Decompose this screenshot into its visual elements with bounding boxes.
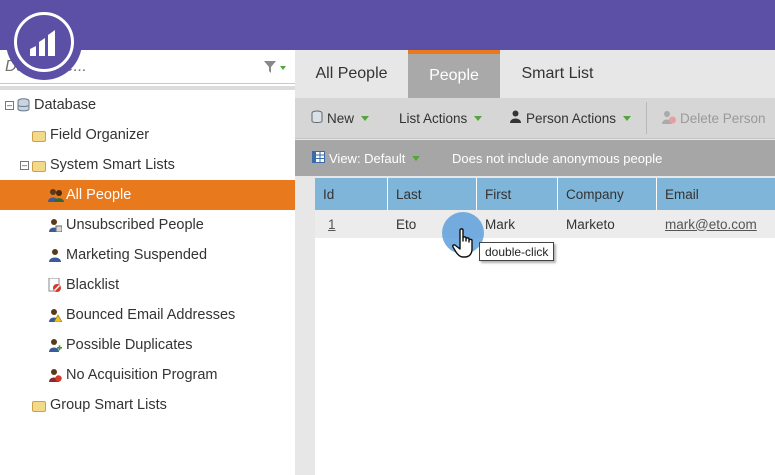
cell-email[interactable]: mark@eto.com bbox=[657, 210, 775, 238]
grid-header: Id Last First Company Email bbox=[315, 178, 775, 210]
person-icon bbox=[510, 110, 521, 126]
list-actions-button[interactable]: List Actions bbox=[399, 98, 483, 138]
grid-view-icon bbox=[312, 151, 325, 166]
person-add-icon bbox=[48, 338, 62, 352]
tree-node-no-acquisition-program[interactable]: No Acquisition Program bbox=[0, 360, 295, 390]
delete-person-label: Delete Person bbox=[680, 110, 766, 126]
tree-node-group-smart-lists[interactable]: Group Smart Lists bbox=[0, 390, 295, 420]
new-button[interactable]: New bbox=[311, 98, 370, 138]
cell-company: Marketo bbox=[566, 216, 615, 232]
person-suspended-icon bbox=[48, 248, 62, 262]
tab-all-people[interactable]: All People bbox=[295, 50, 408, 98]
tree-label: Possible Duplicates bbox=[66, 337, 193, 353]
database-icon bbox=[311, 110, 323, 127]
tree-node-all-people[interactable]: All People bbox=[0, 180, 295, 210]
hand-cursor-icon bbox=[452, 228, 478, 265]
chevron-down-icon bbox=[474, 115, 483, 121]
collapse-icon[interactable]: – bbox=[5, 100, 14, 110]
person-actions-button[interactable]: Person Actions bbox=[510, 98, 632, 138]
marketo-logo[interactable] bbox=[6, 4, 82, 80]
tree-label: System Smart Lists bbox=[50, 157, 175, 173]
folder-icon bbox=[32, 130, 46, 142]
column-header-company[interactable]: Company bbox=[558, 178, 657, 210]
tree-node-blacklist[interactable]: Blacklist bbox=[0, 270, 295, 300]
blacklist-icon bbox=[48, 277, 62, 292]
top-bar bbox=[0, 0, 775, 50]
chevron-down-icon bbox=[361, 115, 370, 121]
tree-node-database[interactable]: – Database bbox=[0, 90, 295, 120]
collapse-icon[interactable]: – bbox=[20, 160, 29, 170]
column-header-email[interactable]: Email bbox=[657, 178, 775, 210]
folder-icon bbox=[32, 160, 46, 172]
tree-node-unsubscribed-people[interactable]: Unsubscribed People bbox=[0, 210, 295, 240]
person-actions-label: Person Actions bbox=[526, 110, 617, 126]
cell-id[interactable]: 1 bbox=[320, 210, 388, 238]
list-actions-label: List Actions bbox=[399, 110, 468, 126]
view-label: View: Default bbox=[329, 151, 406, 166]
tab-people[interactable]: People bbox=[408, 50, 500, 98]
person-unsubscribed-icon bbox=[48, 218, 63, 233]
folder-icon bbox=[32, 400, 46, 412]
database-icon bbox=[17, 98, 30, 112]
tree-label: Unsubscribed People bbox=[66, 217, 204, 233]
anonymous-note: Does not include anonymous people bbox=[452, 151, 663, 166]
view-selector[interactable]: View: Default bbox=[312, 151, 421, 166]
chevron-down-icon bbox=[412, 156, 421, 161]
logo-icon bbox=[14, 12, 74, 72]
chevron-down-icon bbox=[623, 115, 632, 121]
tree-label: Database bbox=[34, 97, 97, 113]
double-click-tooltip: double-click bbox=[479, 242, 555, 261]
delete-person-button[interactable]: Delete Person bbox=[661, 98, 766, 138]
tree-label: No Acquisition Program bbox=[66, 367, 218, 383]
tree-label: Blacklist bbox=[66, 277, 120, 293]
person-no-program-icon bbox=[48, 368, 62, 382]
people-icon bbox=[48, 188, 64, 202]
tree-node-marketing-suspended[interactable]: Marketing Suspended bbox=[0, 240, 295, 270]
person-warning-icon bbox=[48, 308, 63, 323]
tree-node-bounced-email-addresses[interactable]: Bounced Email Addresses bbox=[0, 300, 295, 330]
view-bar: View: Default Does not include anonymous… bbox=[295, 140, 775, 176]
column-header-last[interactable]: Last bbox=[388, 178, 477, 210]
tree-label: All People bbox=[66, 187, 132, 203]
tree-label: Field Organizer bbox=[50, 127, 150, 143]
tree-node-possible-duplicates[interactable]: Possible Duplicates bbox=[0, 330, 295, 360]
tab-smart-list[interactable]: Smart List bbox=[500, 50, 615, 98]
column-header-id[interactable]: Id bbox=[315, 178, 388, 210]
tree-label: Bounced Email Addresses bbox=[66, 307, 236, 323]
toolbar-divider bbox=[646, 102, 647, 134]
tab-bar: All People People Smart List bbox=[295, 50, 775, 98]
tree-label: Group Smart Lists bbox=[50, 397, 167, 413]
delete-person-icon bbox=[661, 110, 677, 127]
column-header-first[interactable]: First bbox=[477, 178, 558, 210]
tree-label: Marketing Suspended bbox=[66, 247, 208, 263]
tree-node-system-smart-lists[interactable]: – System Smart Lists bbox=[0, 150, 295, 180]
table-row[interactable]: 1 Eto Mark Marketo mark@eto.com bbox=[315, 210, 775, 238]
filter-icon[interactable] bbox=[262, 58, 288, 76]
toolbar: New List Actions Person Actions Delete P… bbox=[295, 98, 775, 139]
new-label: New bbox=[327, 110, 355, 126]
cell-first: Mark bbox=[485, 216, 515, 232]
tree-node-field-organizer[interactable]: Field Organizer bbox=[0, 120, 295, 150]
